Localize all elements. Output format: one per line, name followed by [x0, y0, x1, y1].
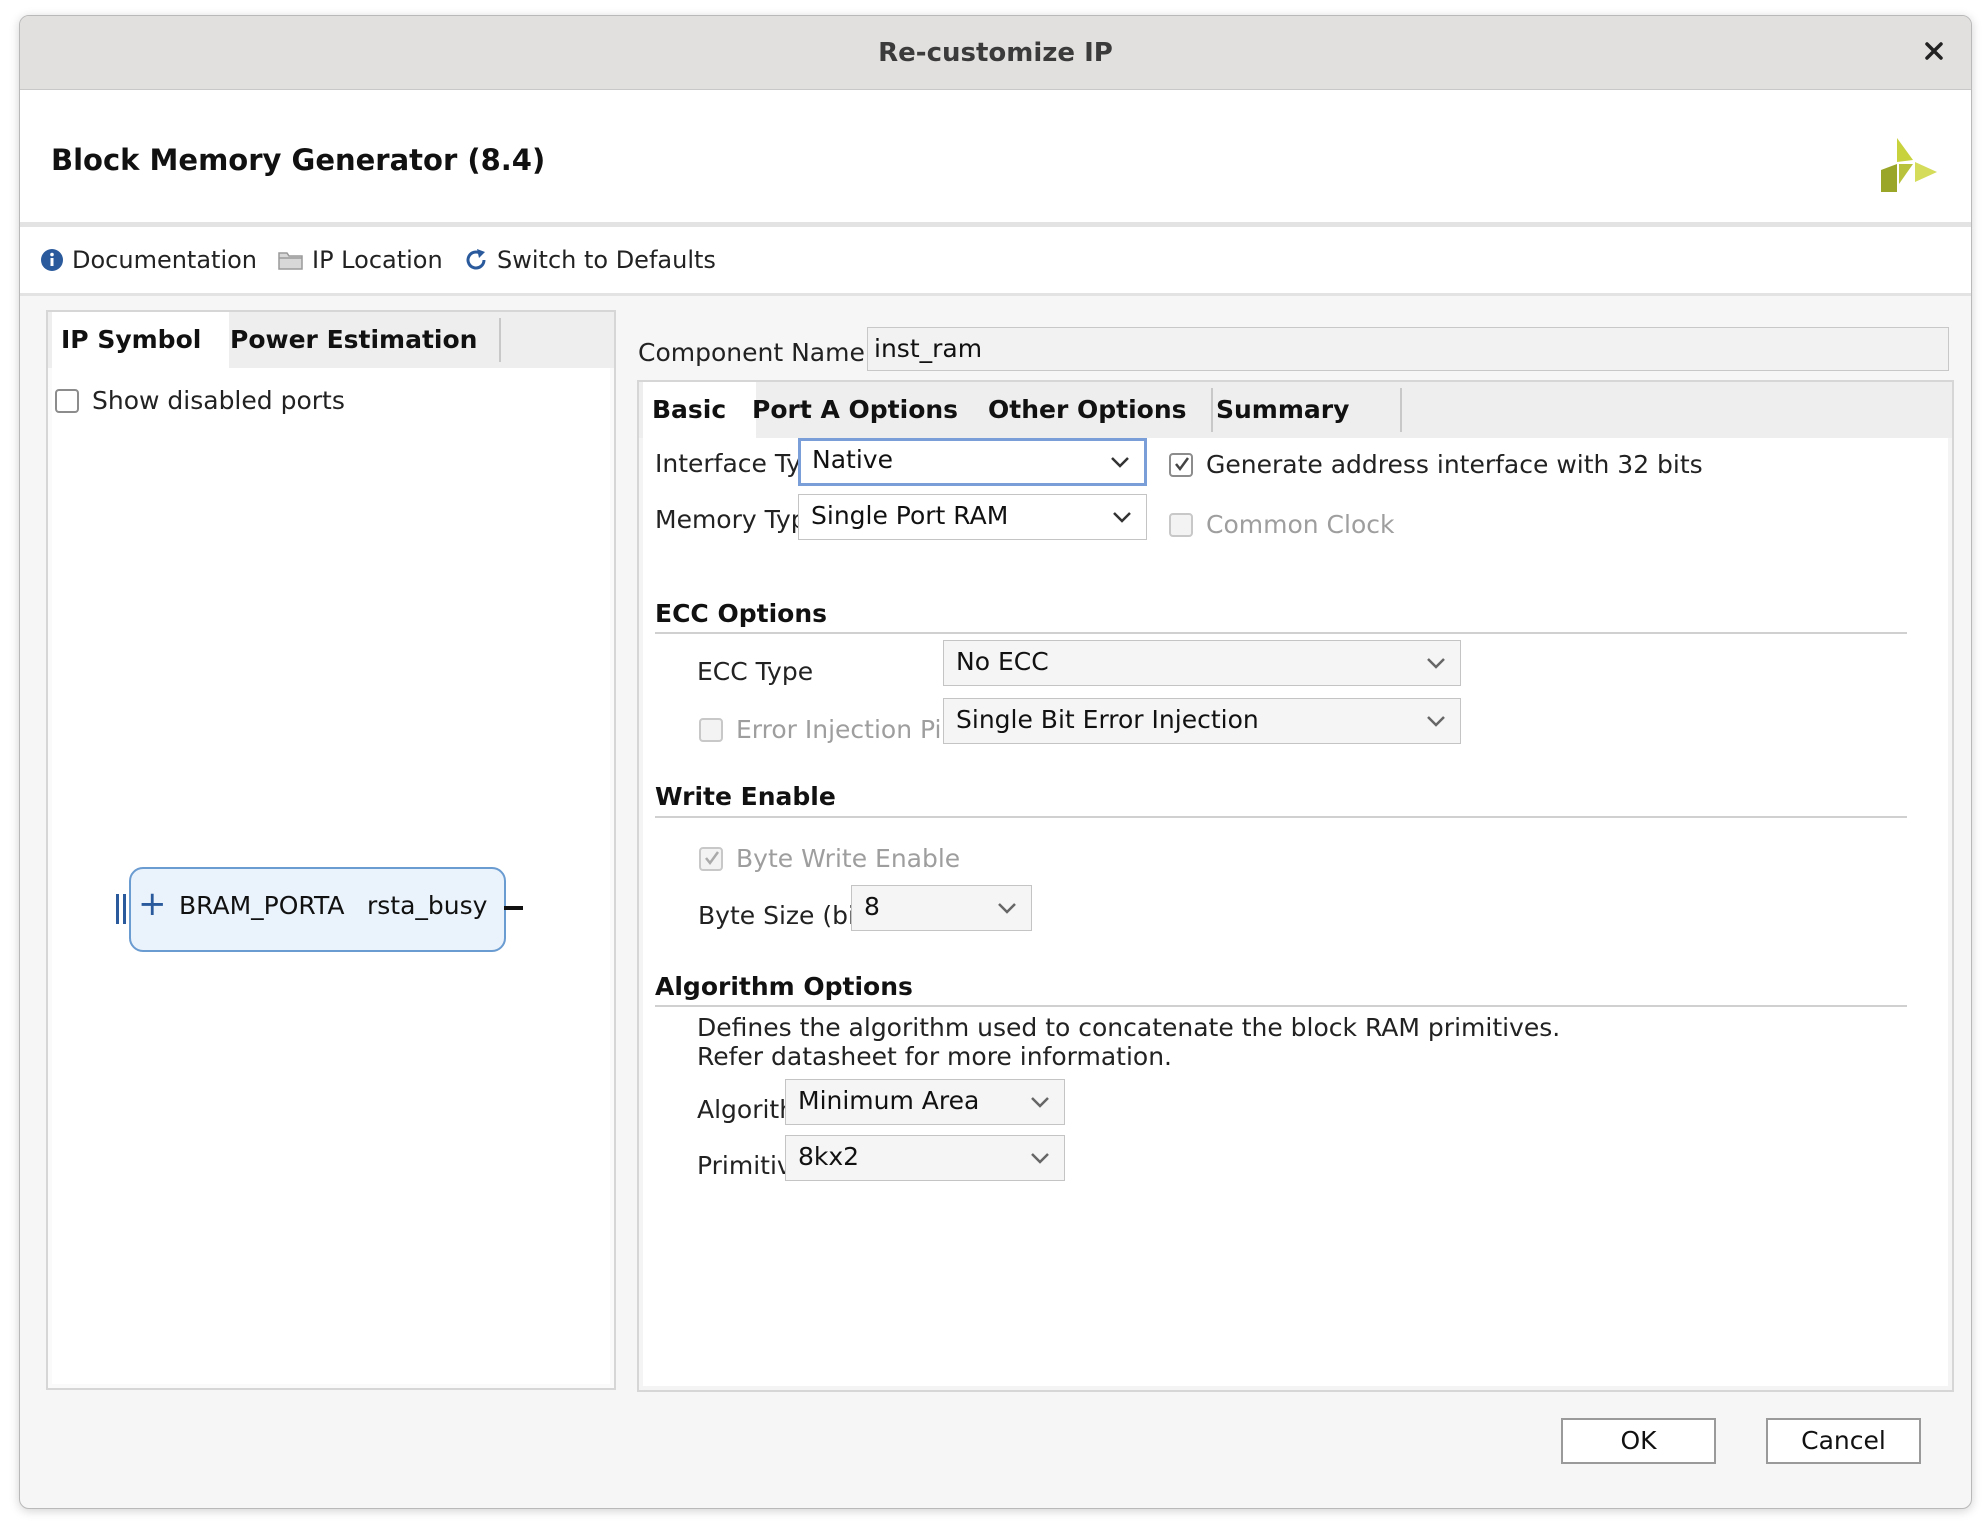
rsta-busy-pin: [504, 906, 523, 910]
tab-port-a-options[interactable]: Port A Options: [743, 382, 967, 438]
common-clock-checkbox[interactable]: Common Clock: [1169, 510, 1394, 539]
error-injection-select[interactable]: Single Bit Error Injection: [943, 698, 1461, 744]
memory-type-value: Single Port RAM: [811, 501, 1009, 530]
section-divider: [655, 632, 1907, 634]
write-enable-section-title: Write Enable: [655, 782, 836, 811]
bus-interface-icon: [116, 894, 126, 924]
ip-title: Block Memory Generator (8.4): [51, 143, 546, 177]
tab-port-a-options-label: Port A Options: [752, 395, 959, 424]
expand-port-icon[interactable]: +: [138, 884, 167, 924]
component-name-input[interactable]: inst_ram: [867, 327, 1949, 371]
dialog-window: Re-customize IP Block Memory Generator (…: [19, 15, 1972, 1509]
algorithm-description-2: Refer datasheet for more information.: [697, 1042, 1172, 1071]
window-title: Re-customize IP: [878, 38, 1113, 68]
tab-ip-symbol[interactable]: IP Symbol: [52, 312, 229, 368]
tab-ip-symbol-label: IP Symbol: [61, 325, 202, 354]
ecc-type-label: ECC Type: [697, 657, 814, 686]
basic-tab-content: Interface Type Native Memory Type Single…: [643, 438, 1948, 1386]
section-divider: [655, 816, 1907, 818]
checkbox-box[interactable]: [699, 846, 723, 871]
tab-summary[interactable]: Summary: [1207, 382, 1358, 438]
tab-separator: [499, 318, 501, 362]
byte-write-enable-checkbox[interactable]: Byte Write Enable: [699, 844, 960, 873]
ecc-type-select[interactable]: No ECC: [943, 640, 1461, 686]
checkmark-icon: [1175, 456, 1190, 471]
tab-basic[interactable]: Basic: [643, 382, 756, 438]
chevron-down-icon: [1427, 658, 1445, 669]
documentation-button[interactable]: Documentation: [40, 243, 257, 277]
algorithm-description: Defines the algorithm used to concatenat…: [697, 1013, 1561, 1042]
checkbox-box[interactable]: [55, 388, 79, 413]
ecc-type-value: No ECC: [956, 647, 1049, 676]
memory-type-label: Memory Type: [655, 505, 823, 534]
settings-tab-bar: Basic Port A Options Other Options Summa…: [639, 382, 1952, 438]
tab-basic-label: Basic: [652, 395, 727, 424]
ok-button[interactable]: OK: [1561, 1418, 1716, 1464]
tab-other-options[interactable]: Other Options: [979, 382, 1196, 438]
left-tab-bar: IP Symbol Power Estimation: [48, 312, 614, 368]
tab-power-estimation[interactable]: Power Estimation: [221, 312, 486, 368]
chevron-down-icon: [1031, 1097, 1049, 1108]
checkbox-box[interactable]: [699, 717, 723, 742]
show-disabled-ports-label: Show disabled ports: [92, 386, 345, 415]
show-disabled-ports-checkbox[interactable]: Show disabled ports: [55, 386, 345, 415]
tab-power-estimation-label: Power Estimation: [230, 325, 478, 354]
ecc-section-title: ECC Options: [655, 599, 827, 628]
left-panel: IP Symbol Power Estimation Show disabled…: [46, 310, 616, 1390]
error-injection-value: Single Bit Error Injection: [956, 705, 1259, 734]
common-clock-label: Common Clock: [1206, 510, 1395, 539]
folder-icon: [278, 252, 303, 270]
switch-defaults-button[interactable]: Switch to Defaults: [463, 243, 716, 277]
error-injection-pins-label: Error Injection Pins: [736, 715, 971, 744]
generate-address-label: Generate address interface with 32 bits: [1206, 450, 1703, 479]
refresh-icon: [466, 249, 486, 270]
checkbox-box[interactable]: [1169, 452, 1193, 477]
byte-size-select[interactable]: 8: [851, 885, 1032, 931]
primitive-select[interactable]: 8kx2: [785, 1135, 1065, 1181]
chevron-down-icon: [1427, 716, 1445, 727]
primitive-value: 8kx2: [798, 1142, 860, 1171]
cancel-button[interactable]: Cancel: [1766, 1418, 1921, 1464]
settings-panel: Basic Port A Options Other Options Summa…: [637, 380, 1954, 1392]
chevron-down-icon: [1113, 512, 1131, 523]
chevron-down-icon: [998, 903, 1016, 914]
memory-type-select[interactable]: Single Port RAM: [798, 494, 1147, 540]
switch-defaults-label: Switch to Defaults: [497, 246, 716, 274]
ip-location-button[interactable]: IP Location: [278, 243, 443, 277]
chevron-down-icon: [1031, 1153, 1049, 1164]
rsta-busy-label: rsta_busy: [367, 891, 488, 920]
component-name-label: Component Name: [638, 338, 865, 367]
algorithm-value: Minimum Area: [798, 1086, 980, 1115]
documentation-label: Documentation: [72, 246, 258, 274]
error-injection-pins-checkbox[interactable]: Error Injection Pins: [699, 715, 970, 744]
chevron-down-icon: [1111, 457, 1129, 468]
ip-location-label: IP Location: [312, 246, 443, 274]
title-bar: Re-customize IP: [20, 16, 1971, 90]
info-icon: [41, 249, 63, 271]
port-a-label: BRAM_PORTA: [179, 891, 345, 920]
algorithm-section-title: Algorithm Options: [655, 972, 913, 1001]
toolbar: Documentation IP Location Switch to Defa…: [20, 227, 1971, 296]
section-divider: [655, 1005, 1907, 1007]
checkmark-icon: [705, 850, 720, 865]
interface-type-value: Native: [812, 445, 893, 474]
checkbox-box[interactable]: [1169, 512, 1193, 537]
vendor-logo-icon: [1879, 134, 1939, 194]
header: Block Memory Generator (8.4): [20, 90, 1971, 227]
tab-separator: [1400, 388, 1402, 432]
byte-size-value: 8: [864, 892, 880, 921]
tab-summary-label: Summary: [1216, 395, 1350, 424]
byte-write-enable-label: Byte Write Enable: [736, 844, 961, 873]
tab-other-options-label: Other Options: [988, 395, 1187, 424]
close-icon[interactable]: [1919, 36, 1949, 66]
algorithm-select[interactable]: Minimum Area: [785, 1079, 1065, 1125]
generate-address-checkbox[interactable]: Generate address interface with 32 bits: [1169, 450, 1703, 479]
interface-type-select[interactable]: Native: [798, 438, 1147, 486]
